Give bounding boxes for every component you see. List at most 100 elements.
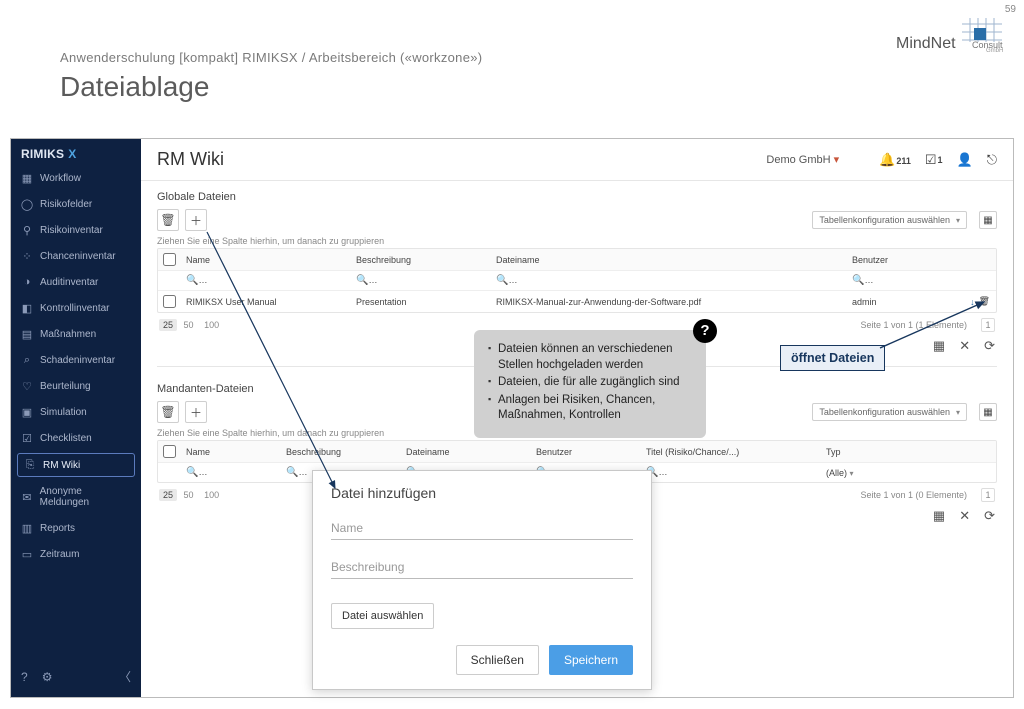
nav-risikofelder[interactable]: ◯Risikofelder <box>11 191 141 217</box>
anon-icon: ✉ <box>21 491 33 503</box>
search-icon: 🔍 <box>186 467 198 478</box>
table-config-select[interactable]: Tabellenkonfiguration auswählen▾ <box>812 403 967 421</box>
cell-name: RIMIKSX User Manual <box>180 293 350 311</box>
refresh-icon[interactable]: ⟳ <box>984 508 995 524</box>
cell-user: admin <box>846 293 956 311</box>
checklist-icon: ☑ <box>21 432 33 444</box>
col-file[interactable]: Dateiname <box>400 443 530 461</box>
col-user[interactable]: Benutzer <box>846 251 956 269</box>
app-brand: RIMIKSX <box>11 143 141 165</box>
svg-text:GmbH: GmbH <box>986 48 1003 52</box>
choose-file-button[interactable]: Datei auswählen <box>331 603 434 629</box>
row-delete-icon[interactable]: 🗑 <box>979 296 990 307</box>
col-desc[interactable]: Beschreibung <box>280 443 400 461</box>
nav-risikoinventar[interactable]: ⚲Risikoinventar <box>11 217 141 243</box>
delete-button[interactable]: 🗑 <box>157 401 179 423</box>
download-icon[interactable]: ↓ <box>970 297 975 307</box>
nav-auditinventar[interactable]: ◑Auditinventar <box>11 269 141 295</box>
col-type[interactable]: Typ <box>820 443 880 461</box>
annotation-label: öffnet Dateien <box>780 345 885 371</box>
page-number-box[interactable]: 1 <box>981 488 995 502</box>
filter-desc[interactable] <box>370 275 490 285</box>
help-icon: ? <box>693 319 717 343</box>
table-row[interactable]: RIMIKSX User Manual Presentation RIMIKSX… <box>158 291 996 312</box>
column-chooser-icon[interactable]: ▦ <box>979 403 997 421</box>
nav-reports[interactable]: ▥Reports <box>11 515 141 541</box>
search-icon: 🔍 <box>852 275 864 286</box>
add-button[interactable]: ＋ <box>185 401 207 423</box>
filter-user[interactable] <box>866 275 956 285</box>
col-file[interactable]: Dateiname <box>490 251 846 269</box>
simulation-icon: ▣ <box>21 406 33 418</box>
filter-name[interactable] <box>200 275 350 285</box>
user-icon[interactable]: 👤 <box>957 152 973 168</box>
add-button[interactable]: ＋ <box>185 209 207 231</box>
evaluation-icon: ♡ <box>21 380 33 392</box>
column-chooser-icon[interactable]: ▦ <box>979 211 997 229</box>
nav-schadeninventar[interactable]: ⌕Schadeninventar <box>11 347 141 373</box>
grid-view-icon[interactable]: ▦ <box>933 508 945 524</box>
refresh-icon[interactable]: ⟳ <box>984 338 995 354</box>
select-all-checkbox[interactable] <box>163 253 176 266</box>
table-config-select[interactable]: Tabellenkonfiguration auswählen▾ <box>812 211 967 229</box>
page-number-box[interactable]: 1 <box>981 318 995 332</box>
chance-icon: ⁘ <box>21 250 33 262</box>
nav-anonyme-meldungen[interactable]: ✉Anonyme Meldungen <box>11 479 141 515</box>
close-button[interactable]: Schließen <box>456 645 539 675</box>
reports-icon: ▥ <box>21 522 33 534</box>
nav-zeitraum[interactable]: ▭Zeitraum <box>11 541 141 567</box>
delete-button[interactable]: 🗑 <box>157 209 179 231</box>
help-icon[interactable]: ? <box>21 670 28 684</box>
nav-rm-wiki[interactable]: ⎘RM Wiki <box>17 453 135 477</box>
search-icon: 🔍 <box>186 275 198 286</box>
help-tooltip: ? Dateien können an verschiedenen Stelle… <box>474 330 706 438</box>
search-icon: 🔍 <box>356 275 368 286</box>
nav-kontrollinventar[interactable]: ◧Kontrollinventar <box>11 295 141 321</box>
slide-title: Dateiablage <box>60 71 964 103</box>
close-view-icon[interactable]: ✕ <box>959 508 970 524</box>
page-size[interactable]: 25 50 100 <box>159 489 223 501</box>
sidebar: RIMIKSX ▦Workflow ◯Risikofelder ⚲Risikoi… <box>11 139 141 697</box>
save-button[interactable]: Speichern <box>549 645 633 675</box>
description-input[interactable] <box>331 556 633 579</box>
org-select[interactable]: Demo GmbH▾ <box>766 153 839 166</box>
fields-icon: ◯ <box>21 198 33 210</box>
risk-icon: ⚲ <box>21 224 33 236</box>
nav-checklisten[interactable]: ☑Checklisten <box>11 425 141 451</box>
wiki-icon: ⎘ <box>24 459 36 471</box>
breadcrumb: Anwenderschulung [kompakt] RIMIKSX / Arb… <box>60 50 964 65</box>
search-icon: 🔍 <box>286 467 298 478</box>
brand-logo: MindNet Consult GmbH <box>896 18 1006 52</box>
group-hint: Ziehen Sie eine Spalte hierhin, um danac… <box>157 236 997 246</box>
tasks-icon[interactable]: ☑1 <box>925 152 943 168</box>
close-view-icon[interactable]: ✕ <box>959 338 970 354</box>
col-title[interactable]: Titel (Risiko/Chance/...) <box>640 443 820 461</box>
nav-chanceninventar[interactable]: ⁘Chanceninventar <box>11 243 141 269</box>
section-global-title: Globale Dateien <box>157 191 997 203</box>
nav-massnahmen[interactable]: ▤Maßnahmen <box>11 321 141 347</box>
col-name[interactable]: Name <box>180 443 280 461</box>
filter-file[interactable] <box>510 275 846 285</box>
global-grid: Name Beschreibung Dateiname Benutzer 🔍 🔍… <box>157 248 997 313</box>
page-number: 59 <box>1005 4 1016 15</box>
row-checkbox[interactable] <box>163 295 176 308</box>
name-input[interactable] <box>331 517 633 540</box>
filter-name[interactable] <box>200 467 280 477</box>
logout-icon[interactable]: ⎋ <box>987 152 997 168</box>
collapse-icon[interactable]: 〈 <box>119 668 131 685</box>
col-name[interactable]: Name <box>180 251 350 269</box>
col-desc[interactable]: Beschreibung <box>350 251 490 269</box>
filter-type[interactable]: (Alle) ▾ <box>820 464 880 482</box>
bell-icon[interactable]: 🔔211 <box>879 152 911 168</box>
nav-simulation[interactable]: ▣Simulation <box>11 399 141 425</box>
select-all-checkbox[interactable] <box>163 445 176 458</box>
nav-beurteilung[interactable]: ♡Beurteilung <box>11 373 141 399</box>
filter-title[interactable] <box>660 467 820 477</box>
nav-workflow[interactable]: ▦Workflow <box>11 165 141 191</box>
col-user[interactable]: Benutzer <box>530 443 640 461</box>
grid-view-icon[interactable]: ▦ <box>933 338 945 354</box>
settings-icon[interactable]: ⚙ <box>42 670 53 684</box>
cell-file: RIMIKSX-Manual-zur-Anwendung-der-Softwar… <box>490 293 846 311</box>
page-info: Seite 1 von 1 (1 Elemente) <box>860 320 967 330</box>
page-size[interactable]: 25 50 100 <box>159 319 223 331</box>
